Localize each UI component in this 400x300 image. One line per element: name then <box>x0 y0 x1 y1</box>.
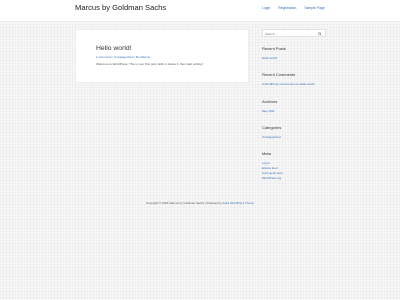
widget-title: Recent Comments <box>262 72 296 77</box>
widget-title: Archives <box>262 99 278 104</box>
comment-author-link[interactable]: A WordPress Commenter <box>262 82 295 86</box>
post-comments-link[interactable]: 1 Comment <box>96 55 112 59</box>
recent-comment: A WordPress Commenter on Hello world! <box>262 82 326 87</box>
nav-login[interactable]: Login <box>262 6 270 10</box>
widget-meta: Meta Log in Entries feed Comments feed W… <box>262 151 326 181</box>
widget-title: Recent Posts <box>262 46 286 51</box>
widget-recent-comments: Recent Comments A WordPress Commenter on… <box>262 72 326 87</box>
archive-link[interactable]: May 2021 <box>262 109 326 114</box>
nav-registration[interactable]: Registration <box>278 6 296 10</box>
nav-sample-page[interactable]: Sample Page <box>304 6 324 10</box>
category-link[interactable]: Uncategorized <box>262 135 326 140</box>
widget-title: Categories <box>262 125 282 130</box>
post-content: Welcome to WordPress. This is your first… <box>96 62 203 66</box>
post-card: Hello world! 1 Comment / Uncategorized /… <box>75 29 249 83</box>
search-form <box>262 29 326 37</box>
footer-copyright: Copyright © 2021 Marcus by Goldman Sachs… <box>146 201 222 205</box>
comment-post-link[interactable]: Hello world! <box>300 82 315 86</box>
meta-wordpress-org-link[interactable]: WordPress.org <box>262 176 326 181</box>
post-meta: 1 Comment / Uncategorized / By Marcus <box>96 55 150 59</box>
site-title[interactable]: Marcus by Goldman Sachs <box>75 3 166 12</box>
post-title[interactable]: Hello world! <box>96 45 132 52</box>
recent-post-link[interactable]: Hello world! <box>262 56 326 61</box>
site-footer: Copyright © 2021 Marcus by Goldman Sachs… <box>0 201 400 205</box>
footer-theme-link[interactable]: Astra WordPress Theme <box>222 201 254 205</box>
post-category-link[interactable]: Uncategorized <box>114 55 133 59</box>
widget-categories: Categories Uncategorized <box>262 125 326 140</box>
widget-archives: Archives May 2021 <box>262 99 326 114</box>
comment-on-text: on <box>295 82 299 86</box>
post-author-link[interactable]: By Marcus <box>136 55 150 59</box>
site-header: Marcus by Goldman Sachs Login Registrati… <box>0 0 400 22</box>
search-icon[interactable] <box>318 31 322 36</box>
widget-recent-posts: Recent Posts Hello world! <box>262 46 326 61</box>
widget-title: Meta <box>262 151 271 156</box>
primary-nav: Login Registration Sample Page <box>262 6 325 10</box>
search-input[interactable] <box>265 31 317 36</box>
